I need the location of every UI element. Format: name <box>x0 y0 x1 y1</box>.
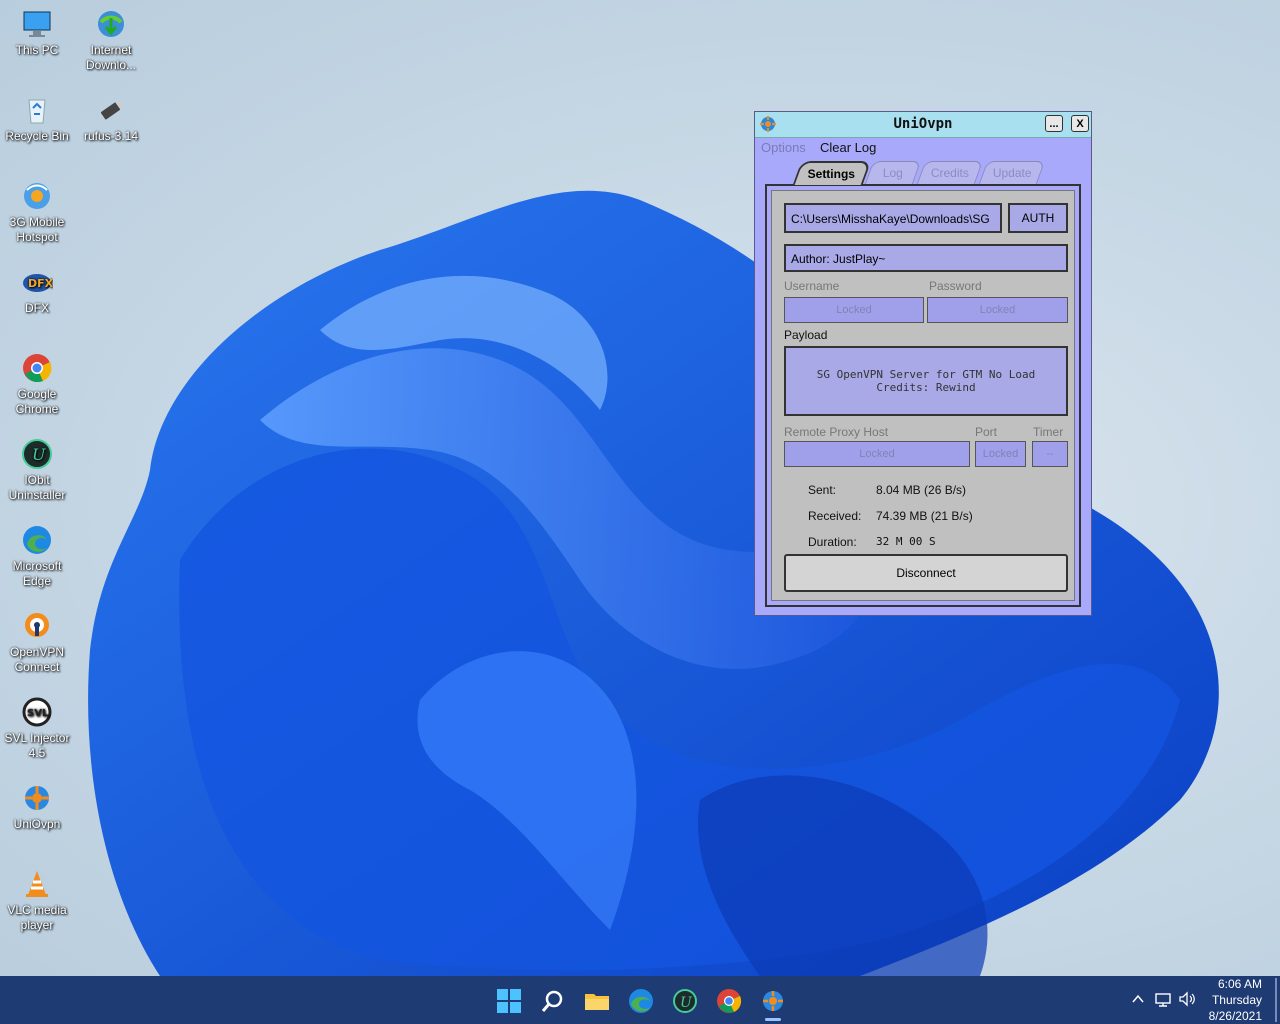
svl-icon: SVL <box>21 696 53 728</box>
start-windows-icon[interactable] <box>496 988 522 1014</box>
desktop-icon-rufus[interactable]: rufus-3.14 <box>74 94 148 144</box>
desktop-icon-microsoft-edge[interactable]: Microsoft Edge <box>0 524 74 589</box>
payload-label: Payload <box>784 328 828 342</box>
config-path-field[interactable]: C:\Users\MisshaKaye\Downloads\SG <box>784 203 1002 233</box>
received-label: Received: <box>808 509 862 523</box>
payload-line-1: SG OpenVPN Server for GTM No Load <box>816 368 1036 381</box>
desktop-icon-iobit-uninstaller[interactable]: U IObit Uninstaller <box>0 438 74 503</box>
sent-value: 8.04 MB (26 B/s) <box>876 483 967 497</box>
desktop-icon-this-pc[interactable]: This PC <box>0 8 74 58</box>
file-explorer-icon[interactable] <box>584 988 610 1014</box>
username-input[interactable]: Locked <box>784 297 924 323</box>
clock-date: 8/26/2021 <box>1208 1009 1262 1023</box>
hotspot-icon <box>21 180 53 212</box>
payload-line-2: Credits: Rewind <box>876 381 976 394</box>
minimize-button[interactable]: ... <box>1045 115 1063 132</box>
desktop-icon-label: DFX <box>25 301 49 315</box>
disconnect-button[interactable]: Disconnect <box>784 554 1068 592</box>
desktop-icon-internet-download-manager[interactable]: Internet Downlo... <box>74 8 148 73</box>
desktop-icon-label: OpenVPN Connect <box>9 645 65 674</box>
auth-button[interactable]: AUTH <box>1008 203 1068 233</box>
desktop-icon-google-chrome[interactable]: Google Chrome <box>0 352 74 417</box>
desktop-icon-dfx[interactable]: DFX DFX <box>0 266 74 316</box>
usb-drive-icon <box>95 94 127 126</box>
tab-credits[interactable]: Credits <box>916 161 984 184</box>
svg-text:U: U <box>680 995 693 1011</box>
uniovpn-icon <box>21 782 53 814</box>
desktop-icon-3g-mobile-hotspot[interactable]: 3G Mobile Hotspot <box>0 180 74 245</box>
chevron-up-icon[interactable] <box>1131 992 1145 1006</box>
settings-panel: C:\Users\MisshaKaye\Downloads\SG AUTH Au… <box>765 184 1081 607</box>
menu-clear-log[interactable]: Clear Log <box>820 140 876 155</box>
taskbar-clock[interactable]: 6:06 AM Thursday 8/26/2021 <box>1182 976 1262 1024</box>
window-title: UniOvpn <box>893 116 953 132</box>
desktop-icon-svl-injector[interactable]: SVL SVL Injector 4.5 <box>0 696 74 761</box>
close-button[interactable]: X <box>1071 115 1089 132</box>
active-app-indicator <box>765 1018 781 1021</box>
dfx-icon: DFX <box>21 266 54 298</box>
show-desktop-edge[interactable] <box>1275 978 1277 1022</box>
desktop-icon-label: Microsoft Edge <box>12 559 62 588</box>
payload-textarea[interactable]: SG OpenVPN Server for GTM No Load Credit… <box>784 346 1068 416</box>
desktop-icon-label: 3G Mobile Hotspot <box>9 215 65 244</box>
clock-day: Thursday <box>1211 993 1262 1007</box>
openvpn-icon <box>21 610 53 642</box>
settings-content: C:\Users\MisshaKaye\Downloads\SG AUTH Au… <box>771 190 1075 601</box>
svg-text:SVL: SVL <box>27 708 49 719</box>
search-icon[interactable] <box>540 988 566 1014</box>
chrome-icon[interactable] <box>716 988 742 1014</box>
chrome-icon <box>21 352 53 384</box>
received-value: 74.39 MB (21 B/s) <box>876 509 973 523</box>
username-label: Username <box>784 279 840 293</box>
password-label: Password <box>929 279 982 293</box>
iobit-icon[interactable]: U <box>672 988 698 1014</box>
desktop-icon-label: Recycle Bin <box>5 129 69 143</box>
desktop-icon-vlc[interactable]: VLC media player <box>0 868 74 933</box>
port-label: Port <box>975 425 998 439</box>
tab-update[interactable]: Update <box>978 161 1046 184</box>
sent-label: Sent: <box>808 483 837 497</box>
menu-options[interactable]: Options <box>761 140 806 155</box>
desktop-icon-label: IObit Uninstaller <box>8 473 66 502</box>
timer-label: Timer <box>1033 425 1064 439</box>
password-input[interactable]: Locked <box>927 297 1068 323</box>
recycle-bin-icon <box>21 94 53 126</box>
desktop-icon-label: This PC <box>15 43 59 57</box>
iobit-icon: U <box>21 438 53 470</box>
timer-input[interactable]: -- <box>1032 441 1068 467</box>
monitor-icon <box>21 8 53 40</box>
port-input[interactable]: Locked <box>975 441 1026 467</box>
desktop-icon-label: VLC media player <box>7 903 67 932</box>
desktop-icon-label: Internet Downlo... <box>85 43 137 72</box>
window-titlebar[interactable]: UniOvpn ... X <box>755 112 1091 138</box>
desktop-icon-label: UniOvpn <box>13 817 61 831</box>
author-field: Author: JustPlay~ <box>784 244 1068 272</box>
tab-settings[interactable]: Settings <box>792 161 872 185</box>
uniovpn-taskbar-icon[interactable] <box>760 988 786 1014</box>
proxy-host-input[interactable]: Locked <box>784 441 970 467</box>
svg-text:DFX: DFX <box>28 277 53 290</box>
desktop-icon-label: rufus-3.14 <box>83 129 139 143</box>
duration-value: 32 M 00 S <box>876 535 936 548</box>
edge-icon <box>21 524 53 556</box>
desktop-icon-label: SVL Injector 4.5 <box>4 731 70 760</box>
edge-icon[interactable] <box>628 988 654 1014</box>
proxy-host-label: Remote Proxy Host <box>784 425 889 439</box>
duration-label: Duration: <box>808 535 857 549</box>
clock-time: 6:06 AM <box>1217 977 1262 991</box>
desktop-icon-openvpn-connect[interactable]: OpenVPN Connect <box>0 610 74 675</box>
desktop-icon-recycle-bin[interactable]: Recycle Bin <box>0 94 74 144</box>
desktop-icon-label: Google Chrome <box>15 387 59 416</box>
globe-download-icon <box>95 8 127 40</box>
svg-text:U: U <box>32 445 46 464</box>
uniovpn-window: UniOvpn ... X Options Clear Log Update C… <box>754 111 1092 616</box>
vlc-cone-icon <box>21 868 53 900</box>
menu-bar: Options Clear Log <box>755 138 1091 156</box>
tab-log[interactable]: Log <box>864 161 922 184</box>
desktop-icon-uniovpn[interactable]: UniOvpn <box>0 782 74 832</box>
network-icon[interactable] <box>1154 992 1172 1008</box>
